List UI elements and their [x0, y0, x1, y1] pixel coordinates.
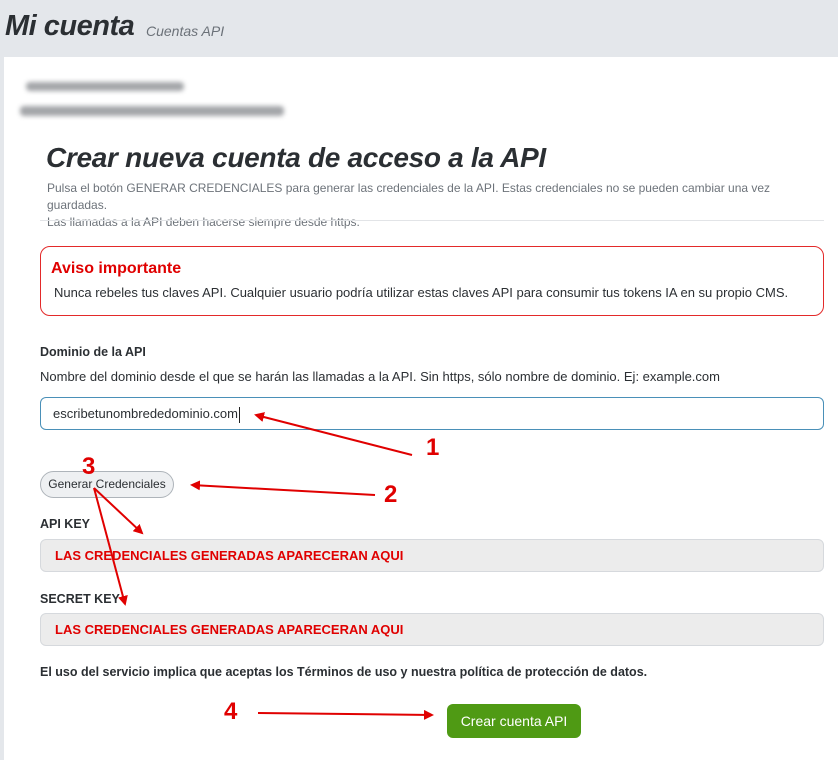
secret-key-label: SECRET KEY: [40, 592, 120, 606]
secret-key-field: LAS CREDENCIALES GENERADAS APARECERAN AQ…: [40, 613, 824, 646]
description-line: Pulsa el botón GENERAR CREDENCIALES para…: [47, 181, 771, 212]
redacted-text-line: [20, 106, 284, 116]
redacted-text-line: [26, 82, 184, 91]
domain-input-value: escribetunombrededominio.com: [53, 406, 238, 421]
annotation-step-2: 2: [384, 481, 398, 508]
api-key-label: API KEY: [40, 517, 91, 531]
terms-notice: El uso del servicio implica que aceptas …: [40, 665, 648, 679]
alert-title: Aviso importante: [51, 260, 182, 277]
important-alert: Aviso importante Nunca rebeles tus clave…: [40, 246, 824, 316]
description-line: Las llamadas a la API deben hacerse siem…: [47, 215, 360, 229]
annotation-step-3: 3: [82, 453, 96, 480]
form-heading: Crear nueva cuenta de acceso a la API: [46, 142, 546, 173]
annotation-step-4: 4: [224, 698, 238, 725]
annotation-step-1: 1: [426, 434, 440, 461]
form-description: Pulsa el botón GENERAR CREDENCIALES para…: [47, 180, 827, 231]
text-caret: [238, 406, 240, 423]
domain-label: Dominio de la API: [40, 345, 146, 359]
page-subtitle: Cuentas API: [146, 23, 225, 39]
page-header: Mi cuenta Cuentas API: [0, 0, 838, 56]
generate-credentials-button[interactable]: Generar Credenciales: [40, 471, 174, 498]
domain-help-text: Nombre del dominio desde el que se harán…: [40, 369, 720, 384]
create-api-account-button[interactable]: Crear cuenta API: [447, 704, 581, 738]
page-title: Mi cuenta: [5, 10, 135, 42]
api-key-field: LAS CREDENCIALES GENERADAS APARECERAN AQ…: [40, 539, 824, 572]
divider: [40, 220, 824, 221]
domain-input[interactable]: escribetunombrededominio.com: [40, 397, 824, 430]
alert-text: Nunca rebeles tus claves API. Cualquier …: [54, 285, 789, 300]
